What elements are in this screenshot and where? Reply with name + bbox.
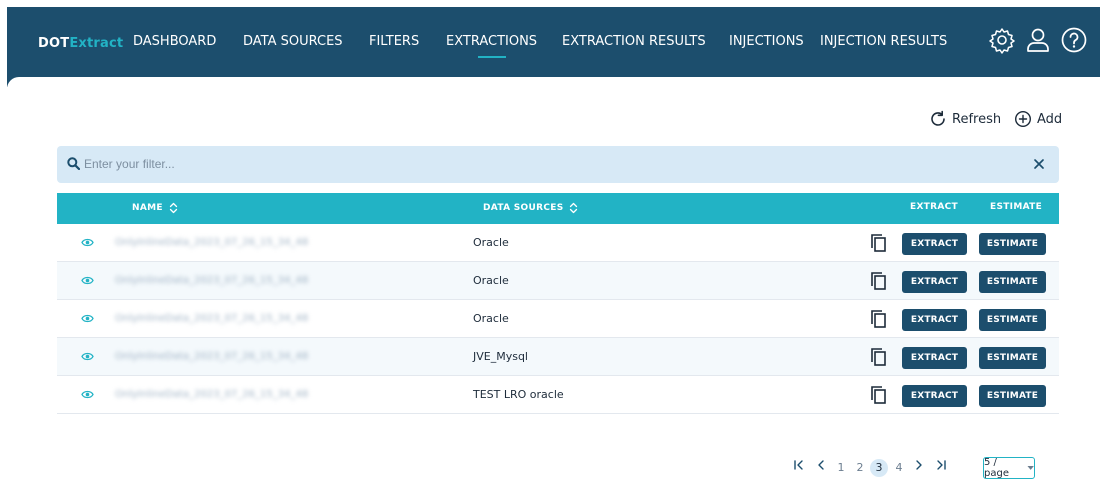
refresh-button[interactable]: Refresh <box>929 110 1001 128</box>
extract-button[interactable]: EXTRACT <box>902 271 967 293</box>
refresh-label: Refresh <box>952 111 1002 127</box>
copy-icon[interactable] <box>870 271 888 291</box>
next-page-button[interactable] <box>912 457 926 479</box>
filter-bar <box>57 146 1059 183</box>
extraction-name: OnlyInlineData_2023_07_26_15_34_48 <box>115 351 309 362</box>
app-logo[interactable]: DOTExtract <box>38 36 123 51</box>
logo-extract-text: Extract <box>69 36 124 51</box>
nav-extractions[interactable]: EXTRACTIONS <box>446 34 537 49</box>
eye-icon[interactable] <box>81 351 94 362</box>
nav-data-sources[interactable]: DATA SOURCES <box>243 34 343 49</box>
table-header: NAME DATA SOURCES EXTRACT ESTIMATE <box>57 193 1059 224</box>
page-2[interactable]: 2 <box>853 457 867 479</box>
extraction-name: OnlyInlineData_2023_07_26_15_34_48 <box>115 313 309 324</box>
page-size-label: 5 / page <box>984 457 1009 479</box>
nav-filters[interactable]: FILTERS <box>369 34 419 49</box>
page-size-select[interactable]: 5 / page <box>983 457 1035 479</box>
nav-injection-results[interactable]: INJECTION RESULTS <box>820 34 947 49</box>
gear-icon[interactable] <box>988 26 1016 54</box>
sort-icon <box>570 202 578 214</box>
table-row: OnlyInlineData_2023_07_26_15_34_48 Oracl… <box>57 224 1059 262</box>
page-1[interactable]: 1 <box>834 457 848 479</box>
estimate-button[interactable]: ESTIMATE <box>979 271 1046 293</box>
extraction-name: OnlyInlineData_2023_07_26_15_34_48 <box>115 389 309 400</box>
page-3-current[interactable]: 3 <box>870 459 888 477</box>
column-data-sources-label: DATA SOURCES <box>483 203 564 213</box>
filter-input[interactable] <box>84 154 984 174</box>
first-page-icon <box>794 460 803 470</box>
extraction-name: OnlyInlineData_2023_07_26_15_34_48 <box>115 275 309 286</box>
extract-button[interactable]: EXTRACT <box>902 233 967 255</box>
nav-injections[interactable]: INJECTIONS <box>729 34 804 49</box>
last-page-icon <box>937 460 946 470</box>
eye-icon[interactable] <box>81 313 94 324</box>
search-icon <box>67 157 80 170</box>
page-4[interactable]: 4 <box>892 457 906 479</box>
eye-icon[interactable] <box>81 237 94 248</box>
data-source-cell: Oracle <box>473 312 509 325</box>
logo-dot-text: DOT <box>38 36 70 51</box>
extract-button[interactable]: EXTRACT <box>902 347 967 369</box>
eye-icon[interactable] <box>81 275 94 286</box>
copy-icon[interactable] <box>870 385 888 405</box>
top-navigation-bar: DOTExtract DASHBOARD DATA SOURCES FILTER… <box>7 7 1100 89</box>
last-page-button[interactable] <box>932 457 950 479</box>
estimate-button[interactable]: ESTIMATE <box>979 385 1046 407</box>
estimate-button[interactable]: ESTIMATE <box>979 347 1046 369</box>
copy-icon[interactable] <box>870 347 888 367</box>
column-header-estimate: ESTIMATE <box>990 202 1043 212</box>
extract-button[interactable]: EXTRACT <box>902 385 967 407</box>
extraction-name: OnlyInlineData_2023_07_26_15_34_48 <box>115 237 309 248</box>
data-source-cell: Oracle <box>473 236 509 249</box>
column-name-label: NAME <box>132 203 163 213</box>
help-icon[interactable] <box>1060 26 1088 54</box>
add-button[interactable]: Add <box>1014 110 1062 128</box>
eye-icon[interactable] <box>81 389 94 400</box>
close-icon[interactable] <box>1029 154 1049 174</box>
estimate-button[interactable]: ESTIMATE <box>979 309 1046 331</box>
sort-icon <box>169 202 177 214</box>
column-header-data-sources[interactable]: DATA SOURCES <box>483 202 578 214</box>
extract-button[interactable]: EXTRACT <box>902 309 967 331</box>
column-header-extract: EXTRACT <box>910 202 958 212</box>
table-row: OnlyInlineData_2023_07_26_15_34_48 TEST … <box>57 376 1059 414</box>
chevron-left-icon <box>818 460 824 470</box>
prev-page-button[interactable] <box>814 457 828 479</box>
copy-icon[interactable] <box>870 233 888 253</box>
add-label: Add <box>1037 111 1063 127</box>
table-row: OnlyInlineData_2023_07_26_15_34_48 Oracl… <box>57 300 1059 338</box>
refresh-icon <box>931 110 945 126</box>
header-curve <box>7 77 1100 89</box>
user-icon[interactable] <box>1024 26 1052 54</box>
chevron-right-icon <box>916 460 922 470</box>
table-row: OnlyInlineData_2023_07_26_15_34_48 Oracl… <box>57 262 1059 300</box>
plus-circle-icon <box>1014 110 1032 128</box>
table-row: OnlyInlineData_2023_07_26_15_34_48 JVE_M… <box>57 338 1059 376</box>
data-source-cell: TEST LRO oracle <box>473 388 564 401</box>
chevron-down-icon <box>1027 465 1034 470</box>
extractions-table: NAME DATA SOURCES EXTRACT ESTIMATE OnlyI… <box>57 193 1059 414</box>
estimate-button[interactable]: ESTIMATE <box>979 233 1046 255</box>
data-source-cell: JVE_Mysql <box>473 350 528 363</box>
first-page-button[interactable] <box>790 457 808 479</box>
nav-dashboard[interactable]: DASHBOARD <box>133 34 216 49</box>
column-header-name[interactable]: NAME <box>132 202 178 214</box>
data-source-cell: Oracle <box>473 274 509 287</box>
copy-icon[interactable] <box>870 309 888 329</box>
nav-extraction-results[interactable]: EXTRACTION RESULTS <box>562 34 706 49</box>
